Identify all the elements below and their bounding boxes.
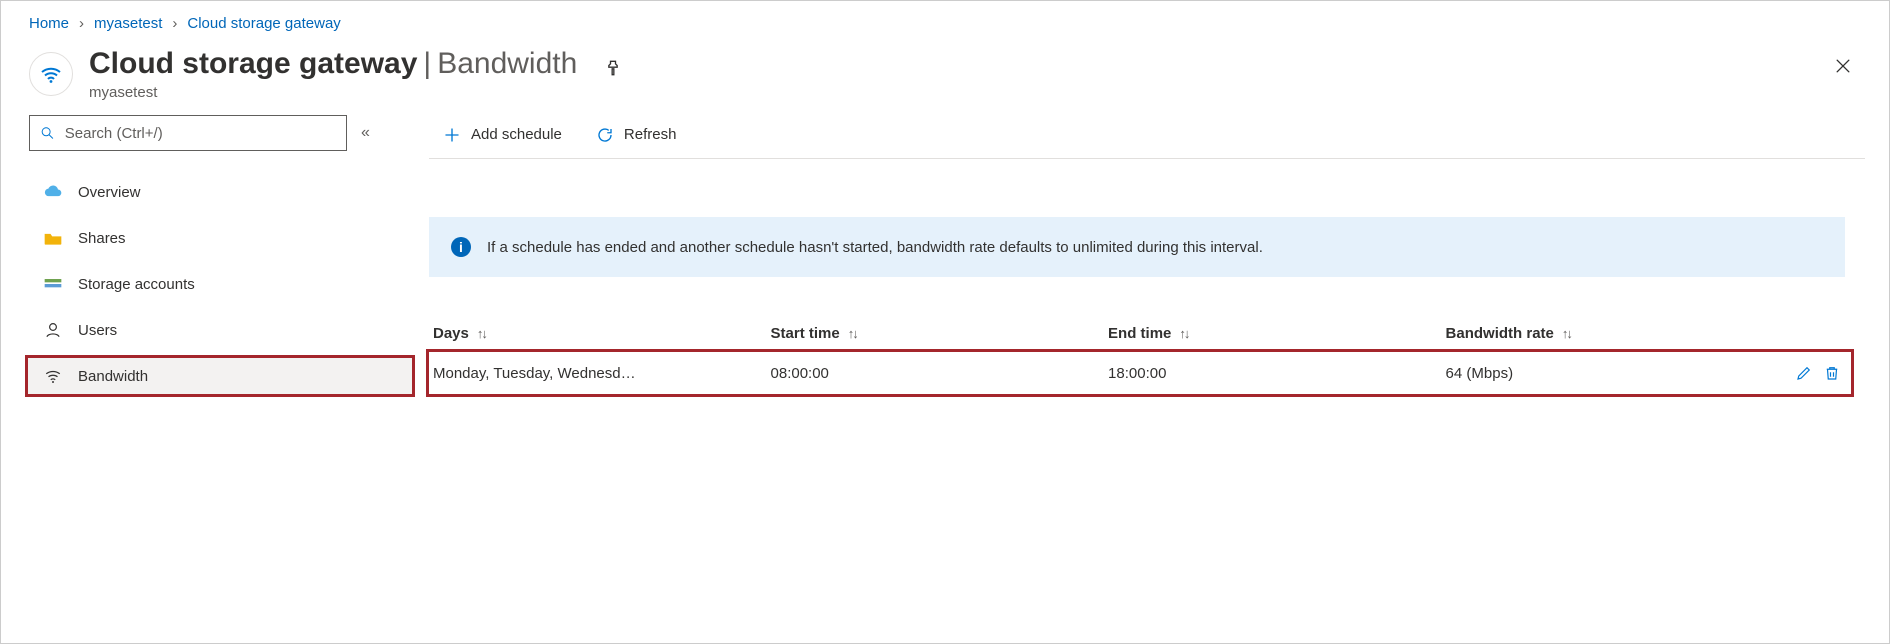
sidebar-item-users[interactable]: Users [25, 309, 415, 351]
title-main: Cloud storage gateway [89, 46, 417, 82]
chevron-right-icon: › [172, 15, 177, 32]
delete-button[interactable] [1823, 364, 1841, 382]
info-icon: i [451, 237, 471, 257]
table-row[interactable]: Monday, Tuesday, Wednesd… 08:00:00 18:00… [429, 352, 1851, 394]
sidebar-item-label: Storage accounts [78, 276, 195, 293]
storage-icon [42, 276, 64, 292]
toolbar: Add schedule Refresh [429, 111, 1865, 159]
column-bandwidth-rate[interactable]: Bandwidth rate ↑↓ [1446, 325, 1767, 342]
sidebar-item-label: Shares [78, 230, 126, 247]
pencil-icon [1795, 364, 1813, 382]
add-schedule-label: Add schedule [471, 126, 562, 143]
trash-icon [1823, 364, 1841, 382]
info-text: If a schedule has ended and another sche… [487, 239, 1263, 256]
sort-icon: ↑↓ [477, 326, 486, 341]
page-subtitle: myasetest [89, 84, 577, 101]
sidebar-item-label: Users [78, 322, 117, 339]
sidebar-item-label: Bandwidth [78, 368, 148, 385]
search-box[interactable] [29, 115, 347, 151]
sidebar: « Overview Shares Storage accounts Users [25, 111, 415, 623]
breadcrumb-home[interactable]: Home [29, 15, 69, 32]
sidebar-item-overview[interactable]: Overview [25, 171, 415, 213]
person-icon [42, 321, 64, 339]
close-button[interactable] [1825, 48, 1861, 84]
refresh-icon [596, 126, 614, 144]
sort-icon: ↑↓ [848, 326, 857, 341]
column-end-time[interactable]: End time ↑↓ [1108, 325, 1446, 342]
breadcrumb: Home › myasetest › Cloud storage gateway [1, 1, 1889, 42]
pin-button[interactable] [597, 52, 629, 84]
breadcrumb-current[interactable]: Cloud storage gateway [187, 15, 340, 32]
breadcrumb-resource[interactable]: myasetest [94, 15, 162, 32]
title-section: Bandwidth [437, 46, 577, 82]
sidebar-item-shares[interactable]: Shares [25, 217, 415, 259]
plus-icon [443, 126, 461, 144]
sort-icon: ↑↓ [1562, 326, 1571, 341]
wifi-icon [42, 367, 64, 385]
page-title: Cloud storage gateway | Bandwidth [89, 46, 577, 82]
close-icon [1833, 56, 1853, 76]
search-icon [40, 125, 55, 141]
cloud-icon [42, 184, 64, 200]
chevron-right-icon: › [79, 15, 84, 32]
add-schedule-button[interactable]: Add schedule [429, 118, 576, 152]
sidebar-item-storage-accounts[interactable]: Storage accounts [25, 263, 415, 305]
row-actions [1767, 364, 1847, 382]
pin-icon [603, 58, 623, 78]
sidebar-item-label: Overview [78, 184, 141, 201]
folder-icon [42, 230, 64, 246]
refresh-label: Refresh [624, 126, 677, 143]
schedule-table: Days ↑↓ Start time ↑↓ End time ↑↓ Bandwi… [429, 317, 1851, 394]
resource-icon [29, 52, 73, 96]
search-input[interactable] [63, 124, 336, 143]
cell-bandwidth-rate: 64 (Mbps) [1446, 365, 1767, 382]
info-banner: i If a schedule has ended and another sc… [429, 217, 1845, 277]
page-header: Cloud storage gateway | Bandwidth myaset… [1, 42, 1889, 111]
cell-start-time: 08:00:00 [771, 365, 1109, 382]
cell-end-time: 18:00:00 [1108, 365, 1446, 382]
edit-button[interactable] [1795, 364, 1813, 382]
sidebar-item-bandwidth[interactable]: Bandwidth [25, 355, 415, 397]
sort-icon: ↑↓ [1179, 326, 1188, 341]
cell-days: Monday, Tuesday, Wednesd… [433, 365, 771, 382]
content: Add schedule Refresh i If a schedule has… [415, 111, 1865, 623]
column-start-time[interactable]: Start time ↑↓ [771, 325, 1109, 342]
wifi-icon [39, 62, 63, 86]
table-header: Days ↑↓ Start time ↑↓ End time ↑↓ Bandwi… [429, 317, 1851, 352]
refresh-button[interactable]: Refresh [582, 118, 691, 152]
collapse-sidebar-button[interactable]: « [361, 124, 370, 142]
column-days[interactable]: Days ↑↓ [433, 325, 771, 342]
